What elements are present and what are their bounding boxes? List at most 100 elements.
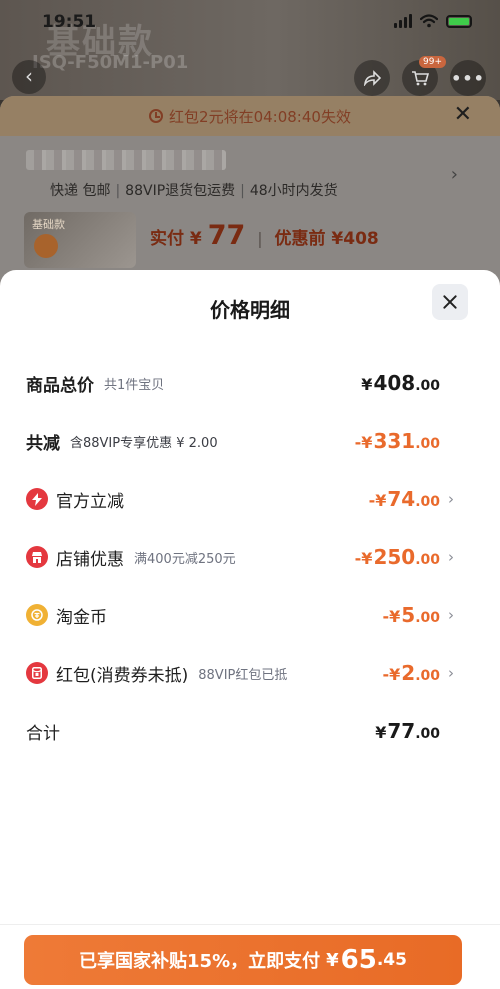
amount-int: 5 xyxy=(401,603,416,627)
row-sub: 88VIP红包已抵 xyxy=(198,667,288,683)
amount-int: 331 xyxy=(373,429,416,453)
signal-icon xyxy=(394,14,412,28)
row-sub: 满400元减250元 xyxy=(134,551,236,567)
amount-dec: .00 xyxy=(415,552,440,568)
address-row[interactable]: 快递 包邮 | 88VIP退货包运费 | 48小时内发货 › xyxy=(0,136,500,208)
row-label: 商品总价 xyxy=(26,375,94,396)
row-amount: ¥77.00 xyxy=(375,719,440,743)
amount-currency: -¥ xyxy=(354,549,373,568)
amount-dec: .00 xyxy=(415,494,440,510)
product-model: ISQ-F50M1-P01 xyxy=(32,52,189,73)
top-toolbar: 99+ ••• xyxy=(354,56,486,96)
price-rows: 商品总价 共1件宝贝 ¥408.00 共减 含88VIP专享优惠 ¥ 2.00 … xyxy=(0,354,500,760)
amount-currency: ¥ xyxy=(361,375,373,394)
actual-pay-currency: ¥ xyxy=(189,229,202,249)
before-discount: 优惠前 ¥408 xyxy=(274,229,379,249)
cart-icon xyxy=(412,71,429,86)
store-icon xyxy=(26,546,48,568)
total-price-row: 商品总价 共1件宝贝 ¥408.00 xyxy=(0,354,500,412)
amount-dec: .00 xyxy=(415,726,440,742)
chevron-right-icon: › xyxy=(448,606,454,624)
back-button[interactable]: ‹ xyxy=(12,60,46,94)
sheet-title: 价格明细 xyxy=(210,298,290,322)
row-label: 店铺优惠 xyxy=(56,549,124,570)
amount-int: 77 xyxy=(387,719,416,743)
row-label: 淘金币 xyxy=(56,607,107,628)
amount-currency: -¥ xyxy=(382,607,401,626)
countdown-text: 红包2元将在04:08:40失效 xyxy=(169,107,351,126)
amount-dec: .00 xyxy=(415,668,440,684)
row-amount: -¥ 250.00 xyxy=(355,545,440,569)
red-packet-icon xyxy=(26,662,48,684)
more-button[interactable]: ••• xyxy=(450,60,486,96)
row-amount: -¥ 331.00 xyxy=(355,429,440,453)
total-discount-row: 共减 含88VIP专享优惠 ¥ 2.00 -¥ 331.00 xyxy=(0,412,500,470)
red-packet-row[interactable]: 红包(消费券未抵) 88VIP红包已抵 -¥ 2.00 › xyxy=(0,644,500,702)
status-icons xyxy=(394,14,472,28)
order-close-icon[interactable]: ✕ xyxy=(454,102,472,127)
row-label: 红包(消费券未抵) xyxy=(56,665,189,686)
chevron-right-icon: › xyxy=(450,164,458,185)
amount-dec: .00 xyxy=(415,378,440,394)
pay-button-text: 已享国家补贴15%，立即支付 xyxy=(79,951,321,972)
amount-int: 250 xyxy=(373,545,416,569)
status-bar: 19:51 xyxy=(0,8,500,36)
amount-currency: ¥ xyxy=(375,723,387,742)
share-icon xyxy=(363,70,381,86)
row-amount: ¥408.00 xyxy=(361,371,440,395)
shipping-item: 快递 包邮 xyxy=(50,183,111,199)
row-sub: 含88VIP专享优惠 ¥ 2.00 xyxy=(70,435,218,451)
cart-button[interactable]: 99+ xyxy=(402,56,446,96)
taojinbi-row[interactable]: 淘金币 -¥ 5.00 › xyxy=(0,586,500,644)
pay-button-dec: .45 xyxy=(376,950,407,970)
shipping-item: 48小时内发货 xyxy=(249,183,338,199)
sunflower-icon xyxy=(34,234,58,258)
chevron-right-icon: › xyxy=(448,490,454,508)
actual-pay: 实付 ¥ 77 | 优惠前 ¥408 xyxy=(150,220,379,251)
amount-dec: .00 xyxy=(415,610,440,626)
row-label: 共减 xyxy=(26,433,60,454)
address-blurred xyxy=(26,150,226,170)
chevron-right-icon: › xyxy=(448,664,454,682)
coin-icon xyxy=(26,604,48,626)
price-detail-sheet: 价格明细 商品总价 共1件宝贝 ¥408.00 共减 含88VIP专享优惠 ¥ … xyxy=(0,270,500,989)
amount-currency: -¥ xyxy=(382,665,401,684)
official-discount-row[interactable]: 官方立减 -¥ 74.00 › xyxy=(0,470,500,528)
thumb-text: 基础款 xyxy=(32,218,65,231)
close-button[interactable] xyxy=(432,284,468,320)
wifi-icon xyxy=(420,14,438,28)
bottom-pay-bar: 已享国家补贴15%，立即支付 ¥65.45 xyxy=(0,924,500,989)
share-button[interactable] xyxy=(354,60,390,96)
row-label: 官方立减 xyxy=(56,491,124,512)
product-thumbnail: 基础款 xyxy=(24,212,136,268)
store-discount-row[interactable]: 店铺优惠 满400元减250元 -¥ 250.00 › xyxy=(0,528,500,586)
amount-int: 408 xyxy=(373,371,416,395)
clock-icon xyxy=(149,109,164,123)
pay-button-currency: ¥ xyxy=(326,949,339,971)
battery-icon xyxy=(446,14,472,28)
status-time: 19:51 xyxy=(42,12,97,32)
amount-int: 2 xyxy=(401,661,416,685)
row-label: 合计 xyxy=(26,723,60,744)
amount-currency: -¥ xyxy=(354,433,373,452)
amount-dec: .00 xyxy=(415,436,440,452)
amount-int: 74 xyxy=(387,487,416,511)
row-amount: -¥ 2.00 xyxy=(382,661,440,685)
row-amount: -¥ 5.00 xyxy=(382,603,440,627)
actual-pay-label: 实付 xyxy=(150,229,184,249)
grand-total-row: 合计 ¥77.00 xyxy=(0,702,500,760)
shipping-item: 88VIP退货包运费 xyxy=(125,183,236,199)
actual-pay-value: 77 xyxy=(207,220,246,251)
more-icon: ••• xyxy=(451,68,485,88)
pay-now-button[interactable]: 已享国家补贴15%，立即支付 ¥65.45 xyxy=(24,935,462,985)
pay-button-int: 65 xyxy=(340,945,377,975)
row-sub: 共1件宝贝 xyxy=(104,377,165,393)
row-amount: -¥ 74.00 xyxy=(369,487,440,511)
lightning-icon xyxy=(26,488,48,510)
close-icon xyxy=(442,294,458,310)
shipping-info: 快递 包邮 | 88VIP退货包运费 | 48小时内发货 xyxy=(50,183,338,199)
order-price-row: 基础款 实付 ¥ 77 | 优惠前 ¥408 xyxy=(0,208,500,268)
amount-currency: -¥ xyxy=(368,491,387,510)
chevron-right-icon: › xyxy=(448,548,454,566)
order-confirm-sheet: 红包2元将在04:08:40失效 ✕ 快递 包邮 | 88VIP退货包运费 | 48小时… xyxy=(0,96,500,296)
